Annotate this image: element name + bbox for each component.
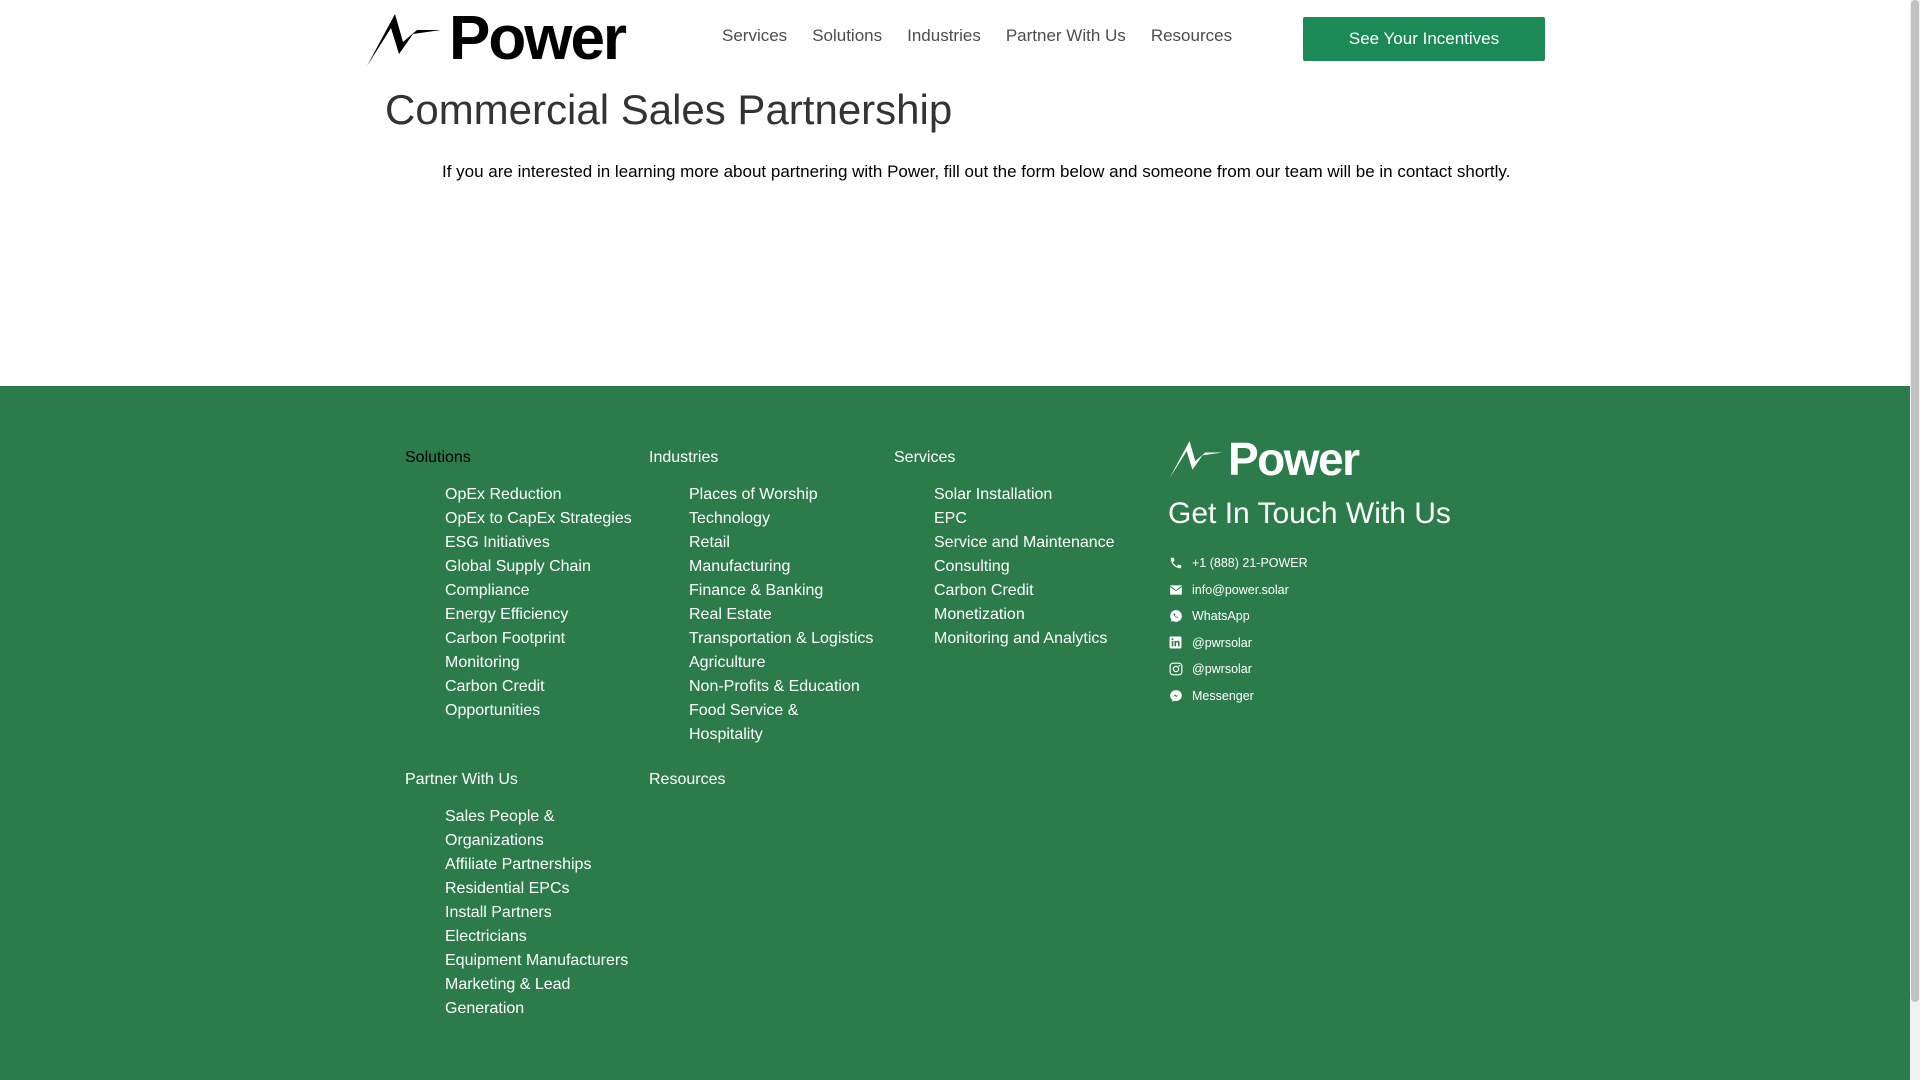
nav-resources[interactable]: Resources bbox=[1151, 26, 1232, 46]
footer-link[interactable]: Consulting bbox=[934, 555, 1134, 579]
footer-services-list: Solar Installation EPC Service and Maint… bbox=[934, 483, 1134, 651]
footer-link[interactable]: Finance & Banking bbox=[689, 579, 889, 603]
contact-phone[interactable]: +1 (888) 21-POWER bbox=[1168, 550, 1308, 577]
nav-services[interactable]: Services bbox=[722, 26, 787, 46]
contact-list: +1 (888) 21-POWER info@power.solar Whats… bbox=[1168, 550, 1308, 709]
footer-industries-heading[interactable]: Industries bbox=[649, 449, 718, 467]
footer-solutions-heading[interactable]: Solutions bbox=[405, 449, 471, 467]
page-scrollbar-thumb[interactable] bbox=[1911, 0, 1919, 1002]
footer-link[interactable]: Retail bbox=[689, 531, 889, 555]
footer-link[interactable]: Service and Maintenance bbox=[934, 531, 1134, 555]
messenger-icon bbox=[1168, 688, 1183, 703]
power-logo-mark-icon bbox=[367, 14, 441, 66]
footer-link[interactable]: Solar Installation bbox=[934, 483, 1134, 507]
footer-link[interactable]: Global Supply Chain Compliance bbox=[445, 555, 635, 603]
footer-link[interactable]: OpEx Reduction bbox=[445, 483, 635, 507]
footer-link[interactable]: Transportation & Logistics bbox=[689, 627, 889, 651]
linkedin-icon bbox=[1168, 635, 1183, 650]
footer-link[interactable]: Carbon Footprint Monitoring bbox=[445, 627, 635, 675]
footer-resources-heading[interactable]: Resources bbox=[649, 771, 725, 789]
footer-services-heading[interactable]: Services bbox=[894, 449, 955, 467]
footer-link[interactable]: Non-Profits & Education bbox=[689, 675, 889, 699]
see-your-incentives-button[interactable]: See Your Incentives bbox=[1303, 17, 1545, 61]
contact-email-text: info@power.solar bbox=[1192, 582, 1289, 597]
contact-linkedin[interactable]: @pwrsolar bbox=[1168, 630, 1308, 657]
footer-industries-list: Places of Worship Technology Retail Manu… bbox=[689, 483, 889, 747]
footer-link[interactable]: Agriculture bbox=[689, 651, 889, 675]
footer-link[interactable]: Carbon Credit Monetization bbox=[934, 579, 1064, 627]
footer-link[interactable]: OpEx to CapEx Strategies bbox=[445, 507, 635, 531]
footer-brand-wordmark: Power bbox=[1228, 433, 1360, 485]
footer-link[interactable]: Energy Efficiency bbox=[445, 603, 635, 627]
contact-messenger-text: Messenger bbox=[1192, 688, 1254, 703]
footer-link[interactable]: Equipment Manufacturers bbox=[445, 949, 635, 973]
footer-link[interactable]: Carbon Credit Opportunities bbox=[445, 675, 635, 723]
intro-text: If you are interested in learning more a… bbox=[442, 162, 1511, 181]
phone-icon bbox=[1168, 556, 1183, 571]
contact-messenger[interactable]: Messenger bbox=[1168, 683, 1308, 710]
footer-partner-heading[interactable]: Partner With Us bbox=[405, 771, 518, 789]
brand-wordmark: Power bbox=[449, 4, 627, 73]
contact-email[interactable]: info@power.solar bbox=[1168, 577, 1308, 604]
footer-link[interactable]: Install Partners bbox=[445, 901, 635, 925]
footer-partner-list: Sales People & Organizations Affiliate P… bbox=[445, 805, 635, 1021]
contact-instagram[interactable]: @pwrsolar bbox=[1168, 656, 1308, 683]
contact-instagram-text: @pwrsolar bbox=[1192, 662, 1252, 677]
nav-solutions[interactable]: Solutions bbox=[812, 26, 882, 46]
footer-link[interactable]: Residential EPCs bbox=[445, 877, 635, 901]
whatsapp-icon bbox=[1168, 609, 1183, 624]
footer-power-logo[interactable]: Power bbox=[1168, 433, 1360, 485]
contact-whatsapp-text: WhatsApp bbox=[1192, 609, 1250, 624]
power-logo-mark-icon bbox=[1169, 441, 1223, 479]
footer-link[interactable]: ESG Initiatives bbox=[445, 531, 635, 555]
footer-link[interactable]: Marketing & Lead Generation bbox=[445, 973, 635, 1021]
main-nav: Services Solutions Industries Partner Wi… bbox=[722, 26, 1257, 46]
footer-link[interactable]: Sales People & Organizations bbox=[445, 805, 635, 853]
footer-link[interactable]: Technology bbox=[689, 507, 889, 531]
footer-link[interactable]: Electricians bbox=[445, 925, 635, 949]
envelope-icon bbox=[1168, 582, 1183, 597]
nav-partner-with-us[interactable]: Partner With Us bbox=[1006, 26, 1126, 46]
nav-industries[interactable]: Industries bbox=[907, 26, 981, 46]
footer-link[interactable]: Affiliate Partnerships bbox=[445, 853, 635, 877]
footer-link[interactable]: Manufacturing bbox=[689, 555, 889, 579]
footer-link[interactable]: Places of Worship bbox=[689, 483, 889, 507]
footer-link[interactable]: Real Estate bbox=[689, 603, 889, 627]
page-title: Commercial Sales Partnership bbox=[385, 86, 953, 133]
contact-whatsapp[interactable]: WhatsApp bbox=[1168, 603, 1308, 630]
footer-solutions-list: OpEx Reduction OpEx to CapEx Strategies … bbox=[445, 483, 635, 723]
instagram-icon bbox=[1168, 662, 1183, 677]
contact-linkedin-text: @pwrsolar bbox=[1192, 635, 1252, 650]
footer-link[interactable]: Food Service & Hospitality bbox=[689, 699, 819, 747]
footer-link[interactable]: EPC bbox=[934, 507, 1134, 531]
contact-phone-text: +1 (888) 21-POWER bbox=[1192, 556, 1308, 571]
power-logo[interactable]: Power bbox=[365, 4, 627, 73]
footer-link[interactable]: Monitoring and Analytics bbox=[934, 627, 1134, 651]
contact-title: Get In Touch With Us bbox=[1168, 497, 1451, 530]
